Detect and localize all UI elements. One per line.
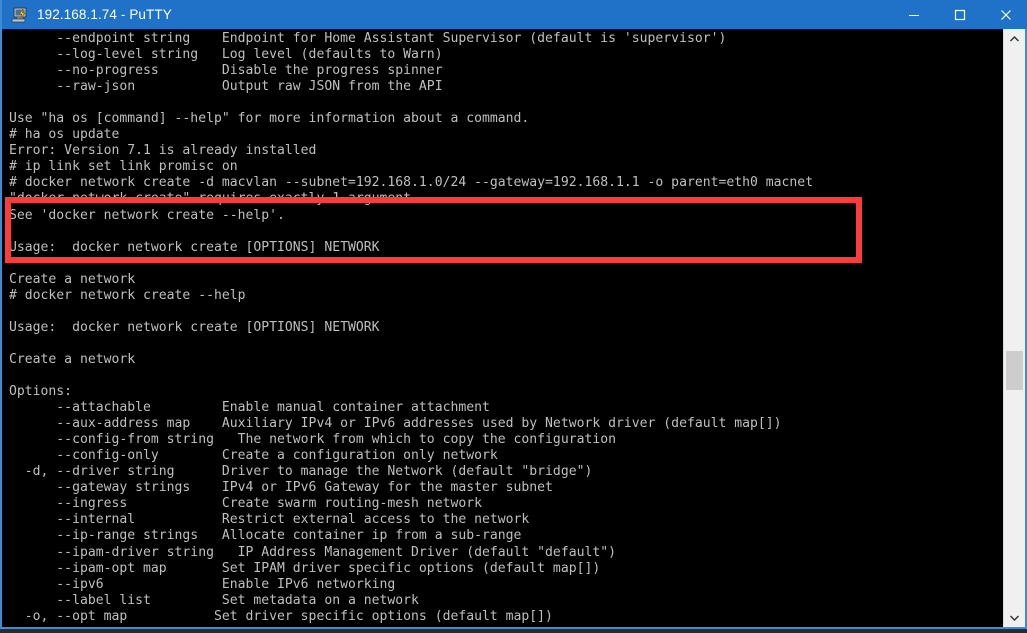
scrollbar-up-button[interactable] xyxy=(1004,29,1025,49)
close-icon xyxy=(1001,9,1011,20)
scroll-up-arrow-icon xyxy=(1010,35,1019,41)
putty-window: 192.168.1.74 - PuTTY --endpoint string E… xyxy=(0,0,1027,629)
title-bar[interactable]: 192.168.1.74 - PuTTY xyxy=(2,0,1027,29)
scrollbar-thumb[interactable] xyxy=(1006,351,1023,390)
close-button[interactable] xyxy=(983,0,1027,29)
maximize-button[interactable] xyxy=(937,0,983,29)
scroll-down-arrow-icon xyxy=(1010,615,1019,621)
putty-app-icon[interactable] xyxy=(11,6,29,24)
terminal-text: --endpoint string Endpoint for Home Assi… xyxy=(9,31,814,624)
scrollbar-track[interactable] xyxy=(1004,49,1025,607)
window-title: 192.168.1.74 - PuTTY xyxy=(37,7,172,22)
scrollbar-down-button[interactable] xyxy=(1004,607,1025,627)
terminal-scrollbar[interactable] xyxy=(1003,29,1025,627)
minimize-button[interactable] xyxy=(891,0,937,29)
window-controls xyxy=(891,0,1027,29)
maximize-icon xyxy=(954,9,966,20)
minimize-icon xyxy=(909,14,919,16)
terminal-output-area[interactable]: --endpoint string Endpoint for Home Assi… xyxy=(2,29,1025,627)
